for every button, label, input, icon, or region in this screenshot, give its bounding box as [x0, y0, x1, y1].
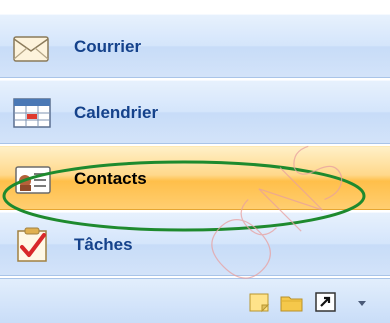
- nav-label-calendrier: Calendrier: [74, 103, 159, 122]
- folder-icon[interactable]: [280, 291, 304, 313]
- nav-item-taches[interactable]: Tâches: [0, 212, 390, 276]
- bottom-button-bar: [0, 278, 390, 323]
- nav-item-contacts[interactable]: Contacts: [0, 146, 390, 210]
- nav-item-calendrier[interactable]: Calendrier: [0, 80, 390, 144]
- nav-item-courrier[interactable]: Courrier: [0, 14, 390, 78]
- nav-label-contacts: Contacts: [74, 169, 147, 188]
- navigation-pane: Courrier Calendrier Contacts Tâches: [0, 14, 390, 323]
- nav-label-courrier: Courrier: [74, 37, 142, 56]
- notes-icon[interactable]: [248, 291, 272, 313]
- calendar-icon: [13, 98, 51, 128]
- configure-buttons-icon[interactable]: [352, 291, 372, 313]
- contact-card-icon: [15, 166, 51, 194]
- shortcut-icon[interactable]: [314, 291, 338, 313]
- task-checklist-icon: [17, 227, 47, 262]
- nav-label-taches: Tâches: [74, 235, 133, 254]
- envelope-icon: [13, 36, 49, 62]
